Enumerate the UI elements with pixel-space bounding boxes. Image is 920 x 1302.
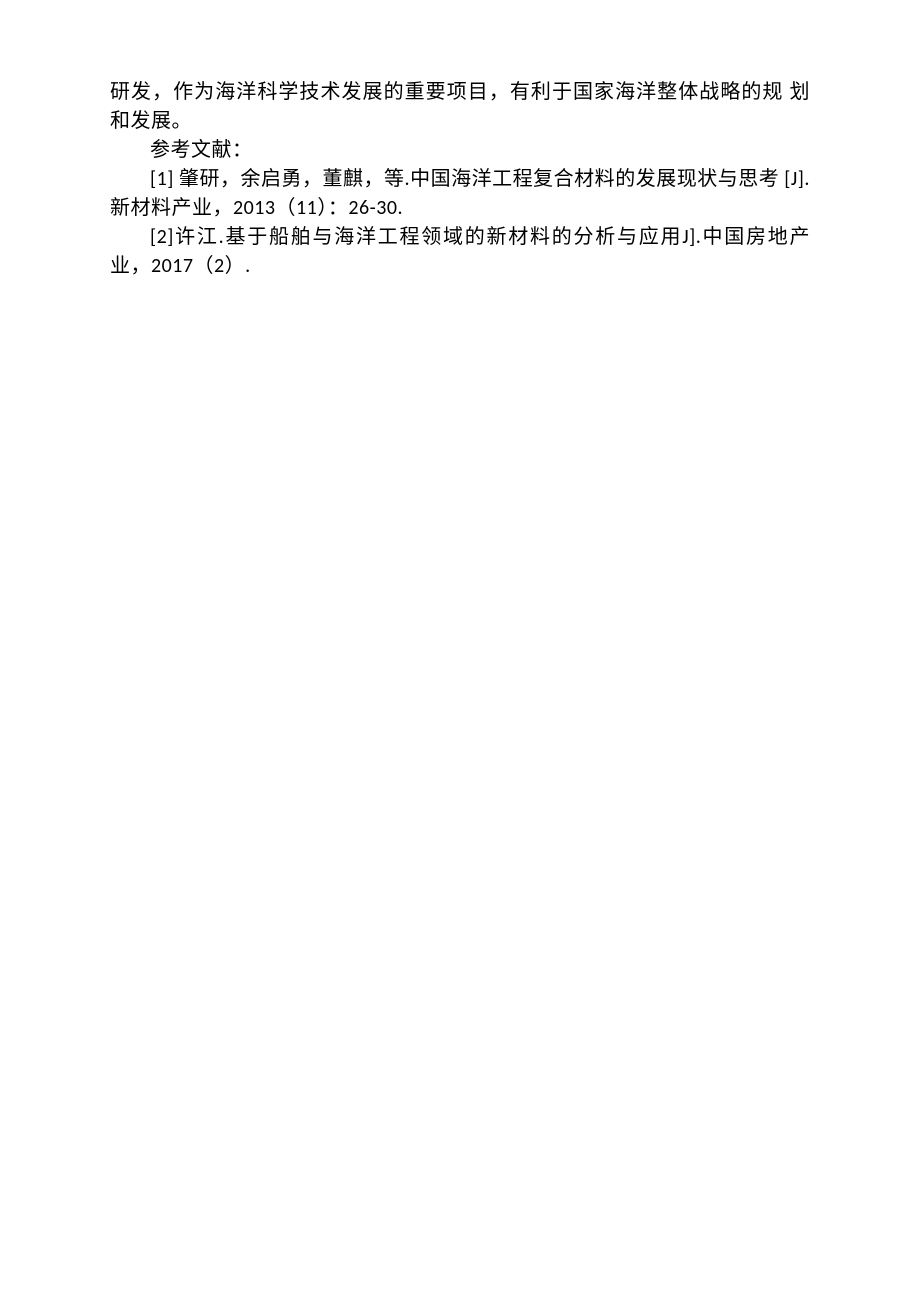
document-body: 研发，作为海洋科学技术发展的重要项目，有利于国家海洋整体战略的规 划和发展。 参… [110,78,810,281]
references-heading-paragraph: 参考文献： [110,136,810,165]
reference-item-1: [1] 肇研，余启勇，董麒，等.中国海洋工程复合材料的发展现状与思考 [J]. … [110,165,810,223]
ref1-prefix: [1] [150,167,174,191]
continuation-text: 研发，作为海洋科学技术发展的重要项目，有利于国家海洋整体战略的规 划和发展。 [110,81,810,132]
ref2-prefix: [2] [150,225,174,249]
reference-item-2: [2]许江.基于船舶与海洋工程领域的新材料的分析与应用J].中国房地产业，201… [110,223,810,281]
references-heading: 参考文献： [150,139,253,161]
continuation-paragraph: 研发，作为海洋科学技术发展的重要项目，有利于国家海洋整体战略的规 划和发展。 [110,78,810,136]
ref2-text: 许江.基于船舶与海洋工程领域的新材料的分析与应用J].中国房地产业，2017（2… [110,225,810,278]
ref1-text: 肇研，余启勇，董麒，等.中国海洋工程复合材料的发展现状与思考 [J]. 新材料产… [110,167,810,220]
